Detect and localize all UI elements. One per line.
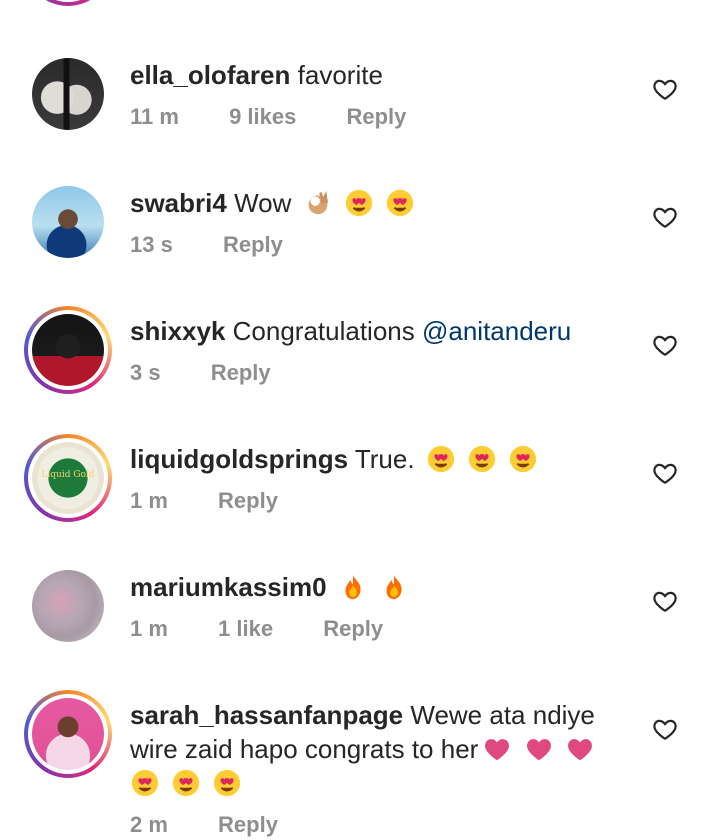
heart-eyes-emoji <box>508 444 538 474</box>
comment-item: shixxyk Congratulations @anitanderu 3 s … <box>0 306 720 442</box>
comment-content: mariumkassim0 1 m 1 like Reply <box>130 570 630 644</box>
comment-likes[interactable]: 9 likes <box>229 102 296 132</box>
fire-emoji <box>379 572 409 602</box>
comment-body: Wow <box>234 188 292 218</box>
reply-button[interactable]: Reply <box>218 810 278 840</box>
comment-body: Congratulations <box>232 316 422 346</box>
comment-username[interactable]: sarah_hassanfanpage <box>130 700 403 730</box>
heart-eyes-emoji <box>467 444 497 474</box>
comment-item: sarah_hassanfanpage Wewe ata ndiye wire … <box>0 690 720 837</box>
comment-content: ella_olofaren favorite 11 m 9 likes Repl… <box>130 58 630 132</box>
pink-heart-emoji <box>524 734 554 764</box>
comment-time: 1 m <box>130 488 168 513</box>
comment-item: swabri4 Wow 13 s Reply <box>0 186 720 314</box>
comment-text: mariumkassim0 <box>130 570 630 604</box>
comment-username[interactable]: liquidgoldsprings <box>130 444 348 474</box>
comment-meta: 13 s Reply <box>130 230 630 260</box>
reply-button[interactable]: Reply <box>223 230 283 260</box>
reply-button[interactable]: Reply <box>346 102 406 132</box>
comment-meta: 3 s Reply <box>130 358 630 388</box>
heart-eyes-emoji <box>171 768 201 798</box>
comment-content: sarah_hassanfanpage Wewe ata ndiye wire … <box>130 698 630 840</box>
heart-eyes-emoji <box>344 188 374 218</box>
heart-eyes-emoji <box>212 768 242 798</box>
comment-username[interactable]: swabri4 <box>130 188 227 218</box>
heart-eyes-emoji <box>385 188 415 218</box>
avatar[interactable] <box>32 314 104 386</box>
ok-hand-emoji <box>303 188 333 218</box>
story-ring-avatar[interactable] <box>24 690 112 778</box>
reply-button[interactable]: Reply <box>211 358 271 388</box>
comment-content: shixxyk Congratulations @anitanderu 3 s … <box>130 314 630 388</box>
comment-meta: 1 m Reply <box>130 486 630 516</box>
comment-content: swabri4 Wow 13 s Reply <box>130 186 630 260</box>
heart-eyes-emoji <box>426 444 456 474</box>
comment-likes[interactable]: 1 like <box>218 614 273 644</box>
comment-item: mariumkassim0 1 m 1 like Reply <box>0 570 720 698</box>
pink-heart-emoji <box>482 734 512 764</box>
like-heart-icon[interactable] <box>652 76 678 102</box>
comment-time: 3 s <box>130 360 161 385</box>
avatar[interactable] <box>32 570 104 642</box>
comment-text: swabri4 Wow <box>130 186 630 220</box>
comment-username[interactable]: ella_olofaren <box>130 60 290 90</box>
comment-body: True. <box>354 444 415 474</box>
reply-button[interactable]: Reply <box>218 486 278 516</box>
avatar[interactable] <box>32 186 104 258</box>
avatar[interactable] <box>32 698 104 770</box>
comment-mention[interactable]: @anitanderu <box>422 316 571 346</box>
like-heart-icon[interactable] <box>652 332 678 358</box>
comment-text: sarah_hassanfanpage Wewe ata ndiye wire … <box>130 698 630 800</box>
comment-time: 13 s <box>130 232 173 257</box>
comment-text: liquidgoldsprings True. <box>130 442 630 476</box>
reply-button[interactable]: Reply <box>323 614 383 644</box>
comment-content: liquidgoldsprings True. 1 m Reply <box>130 442 630 516</box>
comment-text: shixxyk Congratulations @anitanderu <box>130 314 630 348</box>
like-heart-icon[interactable] <box>652 460 678 486</box>
avatar[interactable] <box>32 58 104 130</box>
comment-item: Liquid Gold liquidgoldsprings True. 1 m … <box>0 434 720 570</box>
partial-story-ring-avatar[interactable] <box>24 0 112 6</box>
like-heart-icon[interactable] <box>652 588 678 614</box>
heart-eyes-emoji <box>130 768 160 798</box>
comment-meta: 2 m Reply <box>130 810 630 840</box>
pink-heart-emoji <box>565 734 595 764</box>
comment-meta: 1 m 1 like Reply <box>130 614 630 644</box>
comment-username[interactable]: shixxyk <box>130 316 225 346</box>
comment-time: 2 m <box>130 812 168 837</box>
avatar-logo-text: Liquid Gold <box>41 470 95 480</box>
comment-username[interactable]: mariumkassim0 <box>130 572 327 602</box>
avatar[interactable]: Liquid Gold <box>32 442 104 514</box>
comment-body: favorite <box>297 60 383 90</box>
comment-item: ella_olofaren favorite 11 m 9 likes Repl… <box>0 58 720 186</box>
story-ring-avatar[interactable]: Liquid Gold <box>24 434 112 522</box>
like-heart-icon[interactable] <box>652 204 678 230</box>
fire-emoji <box>338 572 368 602</box>
comment-text: ella_olofaren favorite <box>130 58 630 92</box>
comment-time: 11 m <box>130 104 179 129</box>
like-heart-icon[interactable] <box>652 716 678 742</box>
story-ring-avatar[interactable] <box>24 306 112 394</box>
comment-meta: 11 m 9 likes Reply <box>130 102 630 132</box>
comment-time: 1 m <box>130 616 168 641</box>
